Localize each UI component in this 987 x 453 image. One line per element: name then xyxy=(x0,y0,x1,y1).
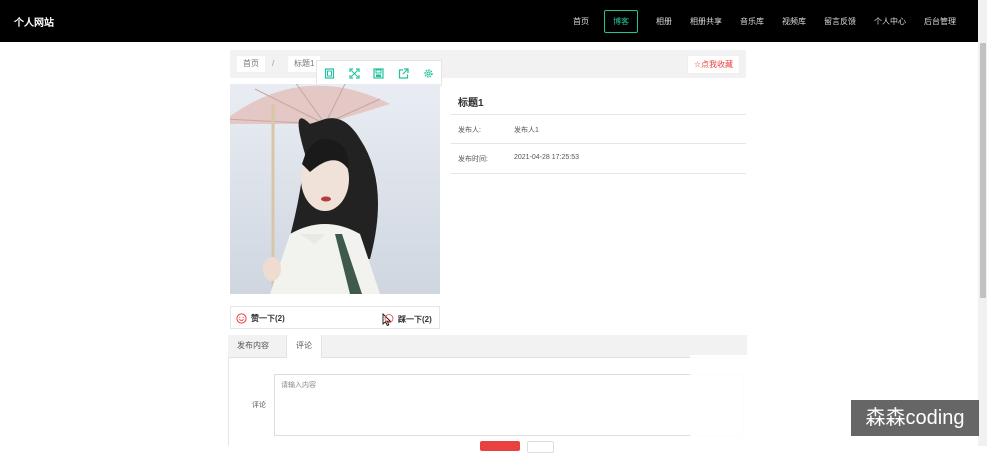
nav-item-admin[interactable]: 后台管理 xyxy=(924,16,956,27)
smile-icon xyxy=(236,313,247,324)
cursor-icon xyxy=(382,313,394,326)
nav-item-home[interactable]: 首页 xyxy=(573,16,589,27)
save-icon[interactable] xyxy=(372,66,386,80)
publish-time-value: 2021-04-28 17:25:53 xyxy=(514,154,579,161)
dislike-label: 踩一下(2) xyxy=(398,315,432,324)
main-nav: 首页 博客 相册 相册共享 音乐库 视频库 留言反馈 个人中心 后台管理 xyxy=(555,0,956,42)
divider xyxy=(451,173,746,174)
post-title: 标题1 xyxy=(458,98,484,109)
divider xyxy=(451,143,746,144)
comment-input[interactable]: 请输入内容 xyxy=(274,374,744,436)
site-brand[interactable]: 个人网站 xyxy=(14,14,54,29)
scrollbar-thumb[interactable] xyxy=(980,43,986,298)
vote-bar: 赞一下(2) 踩一下(2) xyxy=(230,306,440,329)
content-tabs: 发布内容 评论 xyxy=(228,335,747,358)
nav-item-feedback[interactable]: 留言反馈 xyxy=(824,16,856,27)
dislike-button[interactable]: 踩一下(2) xyxy=(381,313,432,326)
favorite-button[interactable]: ☆点我收藏 xyxy=(686,55,740,74)
overlay-fade xyxy=(690,355,850,446)
submit-button[interactable] xyxy=(480,441,520,451)
fullscreen-icon[interactable] xyxy=(347,66,361,80)
publisher-value: 发布人1 xyxy=(514,127,539,134)
breadcrumb-separator: / xyxy=(272,59,275,68)
breadcrumb: 首页 / 标题1 ☆点我收藏 xyxy=(230,50,746,78)
reset-button[interactable] xyxy=(527,441,554,453)
like-button[interactable]: 赞一下(2) xyxy=(236,313,285,324)
nav-item-user-center[interactable]: 个人中心 xyxy=(874,16,906,27)
comment-label: 评论 xyxy=(252,402,266,409)
like-label: 赞一下(2) xyxy=(251,314,285,323)
nav-item-music[interactable]: 音乐库 xyxy=(740,16,764,27)
publish-time-label: 发布时间: xyxy=(458,156,488,163)
settings-icon[interactable] xyxy=(422,66,436,80)
divider xyxy=(451,114,746,115)
share-icon[interactable] xyxy=(397,66,411,80)
breadcrumb-home[interactable]: 首页 xyxy=(237,56,265,72)
image-toolbar xyxy=(316,60,442,86)
post-image[interactable] xyxy=(230,84,440,294)
publisher-label: 发布人: xyxy=(458,127,481,134)
nav-item-album[interactable]: 相册 xyxy=(656,16,672,27)
watermark: 森森coding xyxy=(851,400,979,436)
nav-item-blog[interactable]: 博客 xyxy=(604,9,638,33)
scrollbar[interactable] xyxy=(978,0,987,446)
frame-icon[interactable] xyxy=(322,66,336,80)
tab-comment[interactable]: 评论 xyxy=(286,335,322,358)
nav-item-album-share[interactable]: 相册共享 xyxy=(690,16,722,27)
nav-item-video[interactable]: 视频库 xyxy=(782,16,806,27)
top-navbar: 个人网站 首页 博客 相册 相册共享 音乐库 视频库 留言反馈 个人中心 后台管… xyxy=(0,0,978,42)
tab-post-content[interactable]: 发布内容 xyxy=(228,335,278,357)
